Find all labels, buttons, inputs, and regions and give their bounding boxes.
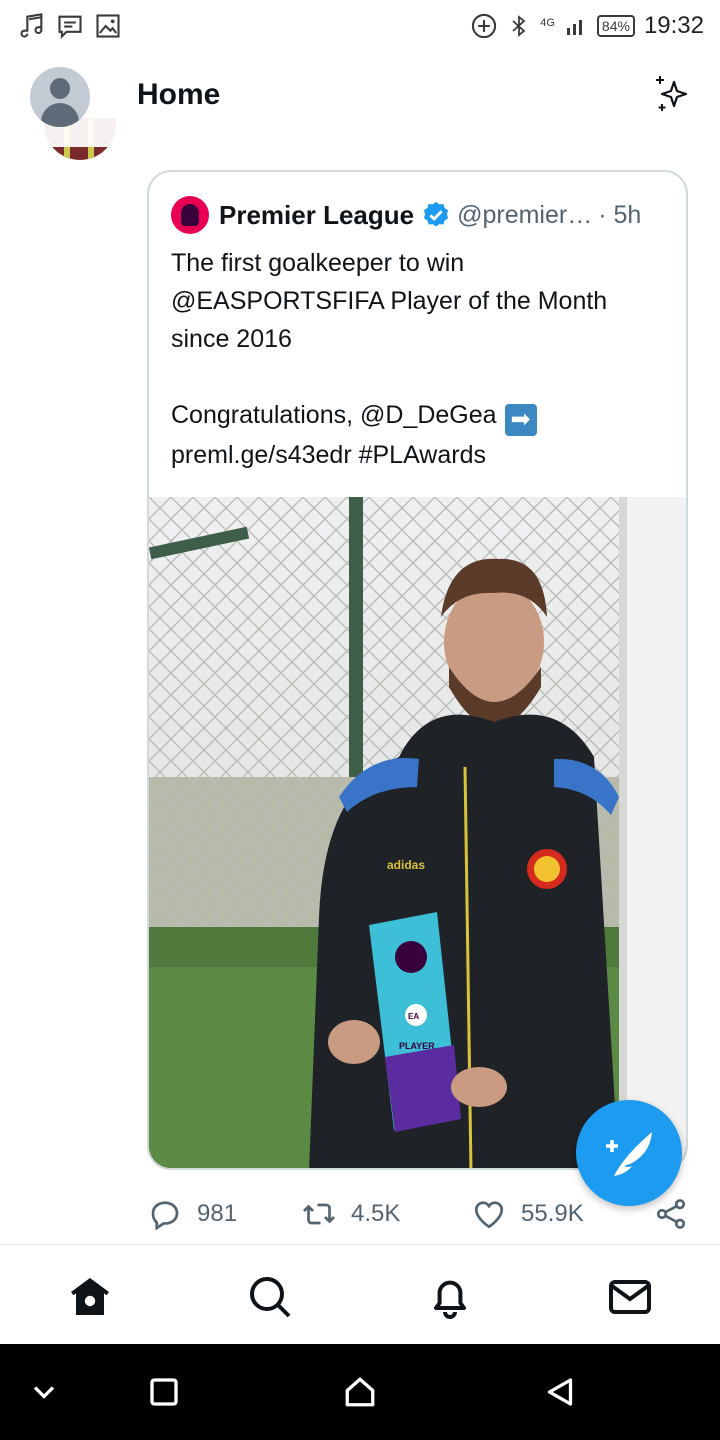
premier-league-avatar[interactable] [171,196,209,234]
reply-count: 981 [197,1200,238,1227]
bell-icon [434,1280,466,1319]
status-bar: 4G 84% 19:32 [0,0,720,52]
status-right: 4G 84% 19:32 [470,12,704,40]
compose-tweet-button[interactable] [576,1100,682,1206]
tweet-text-link[interactable]: preml.ge/s43edr #PLAwards [171,441,486,469]
bottom-tab-bar [0,1244,720,1344]
retweet-button[interactable]: 4.5K [301,1190,400,1238]
tweet-text-body: The first goalkeeper to win @EASPORTSFIF… [171,249,608,429]
nav-home-button[interactable] [342,1374,378,1410]
add-circle-icon [472,13,497,39]
tweet-time[interactable]: · 5h [598,201,641,230]
verified-badge-icon [423,201,449,227]
home-outline-icon [345,1377,375,1407]
message-icon [58,15,82,40]
home-icon [71,1278,109,1315]
mail-icon [609,1280,651,1314]
tweet-photo[interactable]: adidas EA PLAYER [149,497,686,1168]
system-nav-bar [0,1344,720,1440]
ea-logo-text: EA [408,1012,419,1021]
status-time: 19:32 [643,12,704,39]
page-title: Home [137,78,221,111]
sparkle-icon[interactable] [652,74,692,114]
nav-recents-button[interactable] [146,1374,182,1410]
author-handle[interactable]: @premier… [457,201,592,230]
square-icon [150,1378,178,1406]
top-header: Home [0,52,720,147]
share-icon [656,1199,686,1229]
search-icon [250,1277,291,1318]
battery-icon: 84% [596,15,635,37]
author-name[interactable]: Premier League [219,200,414,231]
network-type: 4G [540,16,555,29]
retweet-icon [303,1203,335,1225]
image-icon [96,14,120,38]
avatar[interactable] [30,67,90,127]
status-left [18,12,122,40]
tab-search[interactable] [246,1273,294,1321]
like-count: 55.9K [521,1200,584,1227]
like-button[interactable]: 55.9K [471,1190,584,1238]
arrow-right-icon: ➡ [504,404,537,436]
reply-button[interactable]: 981 [147,1190,237,1238]
bluetooth-icon [512,15,526,37]
quoted-tweet-header: Premier League @premier… · 5h [171,196,671,234]
chevron-down-icon [33,1386,55,1399]
nav-back-button[interactable] [542,1374,578,1410]
back-triangle-icon [547,1378,573,1406]
signal-icon [566,20,582,35]
share-button[interactable] [653,1190,689,1238]
compose-feather-icon [606,1132,652,1176]
avatar-head [50,78,70,99]
photo-illustration: adidas EA PLAYER [149,497,686,1168]
adidas-logo-text: adidas [387,858,425,872]
tweet-text: The first goalkeeper to win @EASPORTSFIF… [171,244,671,474]
quoted-tweet-card[interactable]: Premier League @premier… · 5h The first … [147,170,688,1170]
nav-collapse-button[interactable] [26,1374,62,1410]
tab-messages[interactable] [606,1273,654,1321]
avatar-body [41,103,79,127]
heart-icon [474,1201,504,1229]
retweet-count: 4.5K [351,1200,401,1227]
tab-home[interactable] [66,1273,114,1321]
music-icon [20,13,43,38]
tab-notifications[interactable] [426,1273,474,1321]
reply-icon [151,1201,179,1231]
trophy-label: PLAYER [399,1041,435,1051]
